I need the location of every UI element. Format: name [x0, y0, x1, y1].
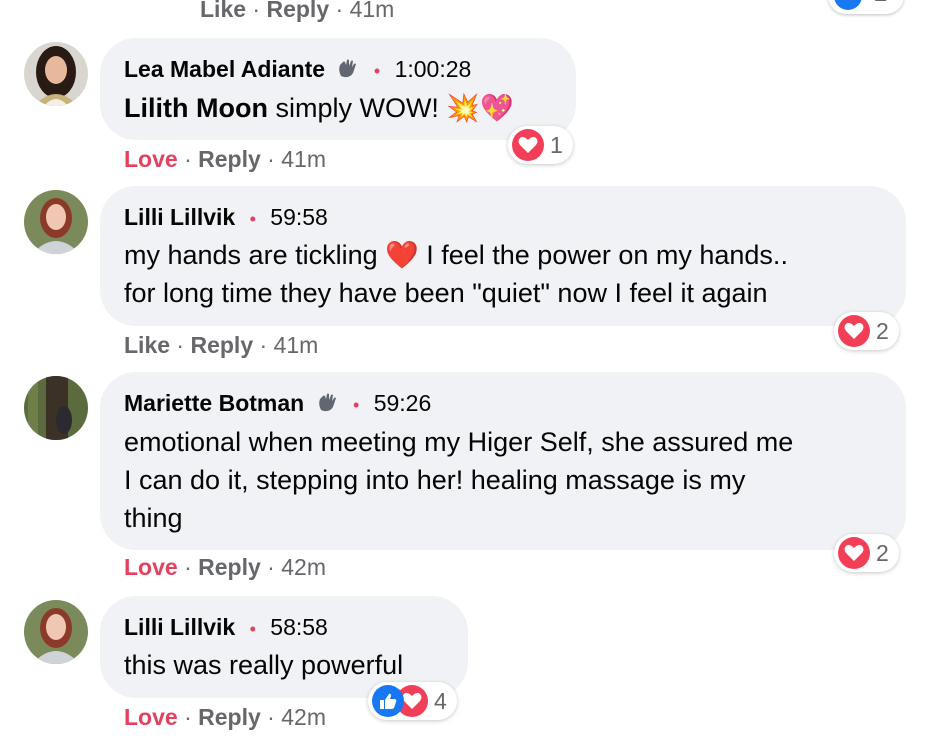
author-name[interactable]: Lea Mabel Adiante: [124, 56, 325, 82]
like-reaction-icon: [834, 0, 862, 10]
comment-age: 41m: [273, 332, 319, 358]
reply-button[interactable]: Reply: [190, 332, 253, 358]
love-reaction-icon: [838, 537, 870, 569]
reaction-count: 2: [874, 0, 887, 8]
like-button[interactable]: Like: [124, 332, 170, 358]
comment-bubble: Lilli Lillvik • 59:58 my hands are tickl…: [100, 186, 906, 326]
comment-actions: Love · Reply · 42m: [124, 554, 326, 580]
comment-actions: Like · Reply · 41m: [124, 332, 319, 358]
reaction-count: 2: [876, 539, 889, 566]
comment-text-line: emotional when meeting my Higer Self, sh…: [124, 427, 794, 457]
avatar[interactable]: [24, 600, 88, 664]
reply-button[interactable]: Reply: [198, 704, 261, 730]
comment-age: 42m: [281, 554, 326, 580]
comment-bubble: Lea Mabel Adiante • 1:00:28 Lilith Moon …: [100, 38, 576, 140]
avatar[interactable]: [24, 376, 88, 440]
comment-age: 41m: [349, 0, 395, 22]
like-button[interactable]: Like: [200, 0, 246, 22]
video-timestamp-link[interactable]: 59:58: [270, 204, 328, 230]
separator-dot: •: [249, 619, 256, 639]
love-reaction-icon: [838, 315, 870, 347]
waving-hand-icon: [335, 56, 359, 87]
reaction-count: 1: [550, 131, 563, 158]
comment-bubble: Mariette Botman • 59:26 emotional when m…: [100, 372, 906, 550]
reaction-summary[interactable]: 2: [828, 0, 904, 14]
love-button[interactable]: Love: [124, 146, 178, 172]
comment-text-line: for long time they have been "quiet" now…: [124, 278, 768, 308]
author-name[interactable]: Lilli Lillvik: [124, 614, 235, 640]
reaction-count: 4: [434, 687, 447, 714]
reaction-summary[interactable]: 1: [508, 126, 573, 164]
separator-dot: •: [249, 209, 256, 229]
love-reaction-icon: [512, 129, 544, 161]
video-timestamp-link[interactable]: 59:26: [374, 390, 432, 416]
avatar[interactable]: [24, 190, 88, 254]
reply-button[interactable]: Reply: [266, 0, 329, 22]
avatar[interactable]: [24, 42, 88, 106]
separator-dot: •: [373, 61, 381, 81]
like-reaction-icon: [372, 685, 404, 717]
comment-age: 41m: [281, 146, 326, 172]
reaction-summary[interactable]: 2: [834, 534, 899, 572]
love-button[interactable]: Love: [124, 704, 178, 730]
comment-actions: Love · Reply · 41m: [124, 146, 326, 172]
reaction-summary[interactable]: 4: [368, 682, 457, 720]
video-timestamp-link[interactable]: 1:00:28: [395, 56, 472, 82]
comment-text-line: I can do it, stepping into her! healing …: [124, 465, 746, 495]
author-name[interactable]: Lilli Lillvik: [124, 204, 235, 230]
reply-button[interactable]: Reply: [198, 146, 261, 172]
mention-link[interactable]: Lilith Moon: [124, 93, 268, 123]
comment-text-line: my hands are tickling ❤️ I feel the powe…: [124, 240, 788, 270]
comment-text: Lilith Moon simply WOW! 💥💖: [124, 93, 514, 123]
author-name[interactable]: Mariette Botman: [124, 390, 304, 416]
comment-actions: Love · Reply · 42m: [124, 704, 326, 730]
love-button[interactable]: Love: [124, 554, 178, 580]
reaction-summary[interactable]: 2: [834, 312, 899, 350]
comment-text-line: thing: [124, 503, 183, 533]
video-timestamp-link[interactable]: 58:58: [270, 614, 328, 640]
separator-dot: •: [352, 395, 360, 415]
reply-button[interactable]: Reply: [198, 554, 261, 580]
previous-comment-actions: Like · Reply · 41m: [200, 0, 394, 23]
reaction-count: 2: [876, 317, 889, 344]
comment-age: 42m: [281, 704, 326, 730]
comment-text-line: this was really powerful: [124, 650, 404, 680]
waving-hand-icon: [315, 390, 339, 421]
